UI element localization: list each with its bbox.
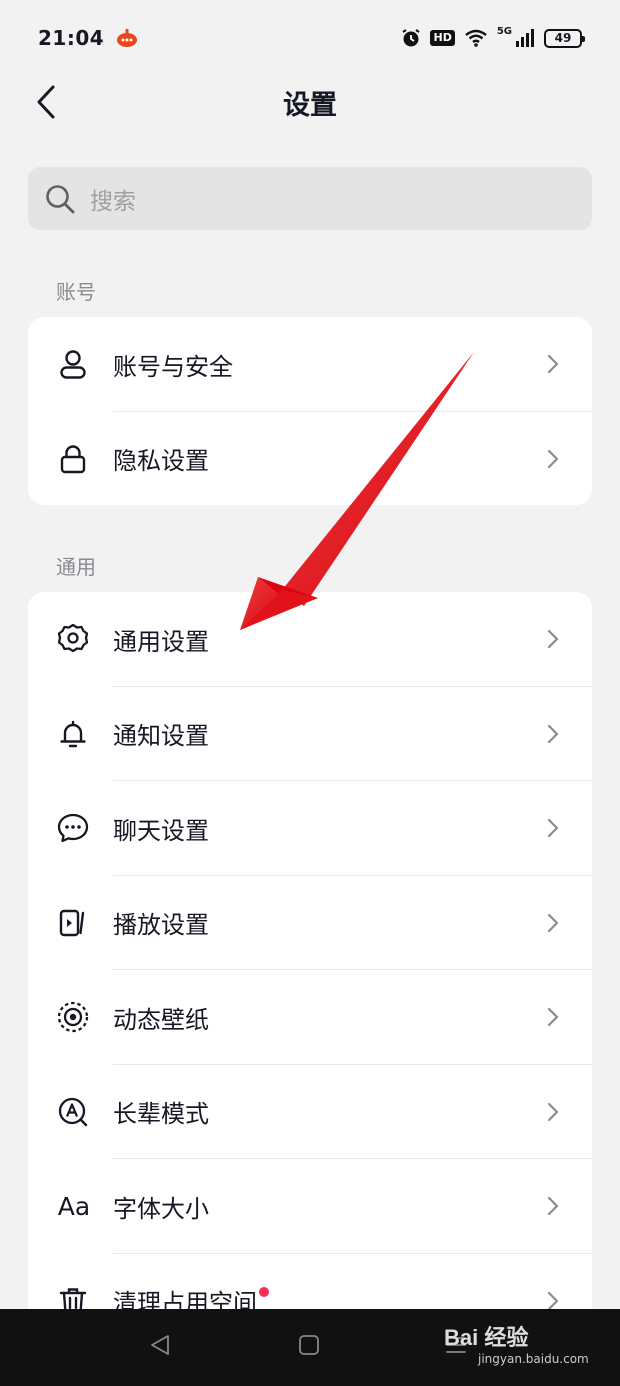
chat-bubble-icon	[56, 811, 90, 845]
settings-item-label: 账号与安全	[113, 352, 233, 381]
new-badge-dot	[259, 1287, 269, 1298]
chevron-right-icon	[547, 449, 559, 468]
font-size-icon: Aa	[54, 1189, 94, 1223]
back-button[interactable]	[26, 82, 66, 122]
system-home-icon[interactable]	[297, 1333, 321, 1357]
search-icon	[46, 184, 75, 213]
settings-item-label: 动态壁纸	[113, 1005, 209, 1034]
elder-mode-icon	[56, 1095, 90, 1129]
chevron-right-icon	[547, 630, 559, 649]
play-screen-icon	[56, 906, 90, 940]
system-back-icon[interactable]	[148, 1333, 172, 1357]
settings-item-label: 聊天设置	[113, 816, 209, 845]
chevron-right-icon	[547, 724, 559, 743]
signal-icon	[516, 29, 534, 47]
settings-item-elder-mode[interactable]: 长辈模式	[28, 1065, 592, 1159]
settings-item-privacy[interactable]: 隐私设置	[28, 412, 592, 506]
watermark-brand: Bai 经验	[444, 1325, 529, 1350]
network-type: 5G	[496, 26, 512, 37]
status-time: 21:04	[38, 26, 105, 50]
settings-item-playback[interactable]: 播放设置	[28, 876, 592, 970]
status-indicators: HD 5G 49	[401, 26, 585, 48]
wifi-icon	[465, 29, 487, 47]
lock-icon	[56, 442, 90, 476]
chevron-left-icon	[37, 85, 55, 119]
hd-badge: HD	[430, 30, 455, 46]
settings-item-live-wallpaper[interactable]: 动态壁纸	[28, 970, 592, 1065]
settings-item-font-size[interactable]: Aa 字体大小	[28, 1159, 592, 1254]
baidu-jingyan-watermark: Bai 经验 jingyan.baidu.com	[444, 1320, 614, 1366]
general-settings-card: 通用设置 通知设置 聊天设置 播放设置 动态壁纸 长辈模式 Aa 字体大小 清理…	[28, 592, 592, 1322]
chevron-right-icon	[547, 1008, 559, 1027]
chevron-right-icon	[547, 1102, 559, 1121]
font-size-glyph: Aa	[57, 1191, 91, 1221]
bell-icon	[56, 717, 90, 751]
settings-item-account-security[interactable]: 账号与安全	[28, 317, 592, 412]
settings-item-label: 通知设置	[113, 722, 209, 751]
navigation-bar: 设置	[0, 70, 620, 134]
chevron-right-icon	[547, 819, 559, 838]
settings-item-general[interactable]: 通用设置	[28, 592, 592, 687]
account-settings-card: 账号与安全 隐私设置	[28, 317, 592, 505]
wallpaper-icon	[56, 1000, 90, 1034]
gear-icon	[56, 622, 90, 656]
search-input[interactable]: 搜索	[28, 167, 592, 230]
page-title: 设置	[283, 89, 337, 121]
battery-indicator: 49	[544, 28, 585, 48]
alarm-icon	[402, 29, 421, 47]
user-icon	[56, 347, 90, 381]
watermark-url: jingyan.baidu.com	[478, 1352, 589, 1366]
section-label-general: 通用	[56, 555, 96, 579]
chevron-right-icon	[547, 355, 559, 374]
settings-item-chat[interactable]: 聊天设置	[28, 781, 592, 876]
app-notification-icon	[117, 29, 138, 47]
settings-item-label: 通用设置	[113, 627, 209, 656]
section-label-account: 账号	[56, 280, 96, 304]
settings-item-label: 长辈模式	[113, 1100, 209, 1129]
settings-item-label: 播放设置	[113, 911, 209, 940]
settings-item-label: 隐私设置	[113, 447, 209, 476]
search-placeholder: 搜索	[90, 188, 136, 215]
settings-item-label: 字体大小	[113, 1194, 209, 1223]
status-bar: 21:04 HD 5G 49	[0, 0, 620, 76]
chevron-right-icon	[547, 913, 559, 932]
settings-item-notifications[interactable]: 通知设置	[28, 687, 592, 781]
chevron-right-icon	[547, 1197, 559, 1216]
